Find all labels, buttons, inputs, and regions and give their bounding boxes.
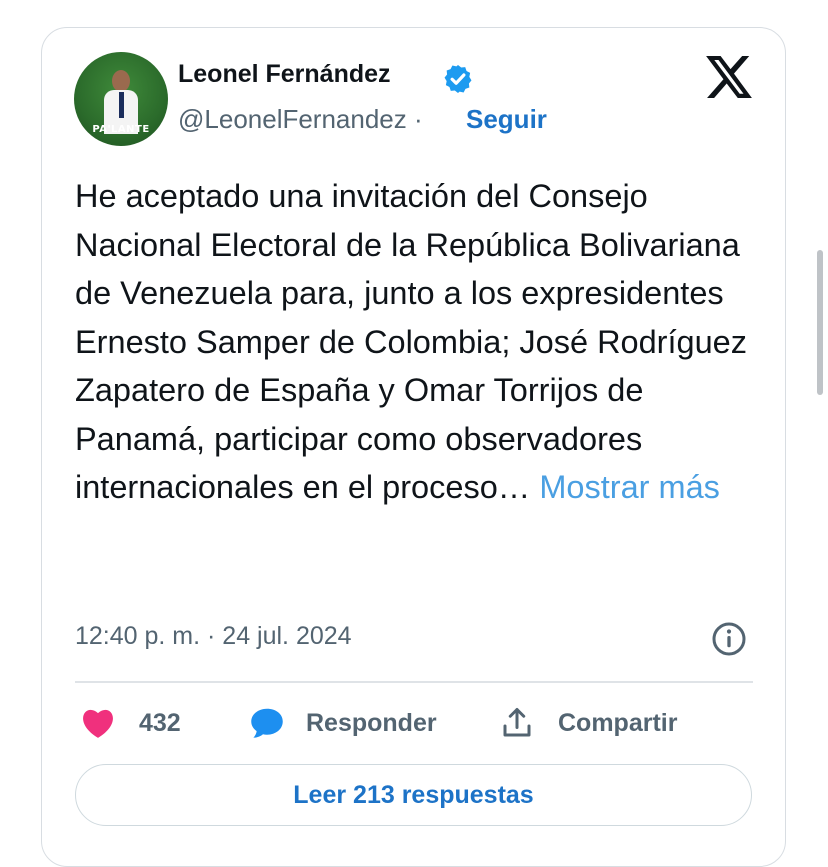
share-label: Compartir <box>558 708 678 737</box>
heart-icon <box>83 709 113 738</box>
handle-text: @LeonelFernandez <box>178 104 407 134</box>
author-handle[interactable]: @LeonelFernandez · <box>178 104 423 135</box>
chat-bubble-icon <box>251 708 283 738</box>
avatar[interactable]: PA'LANTE <box>74 52 168 146</box>
divider <box>75 681 753 683</box>
reply-button[interactable]: Responder <box>248 702 437 744</box>
tweet-text: He aceptado una invitación del Consejo N… <box>75 172 775 512</box>
info-icon[interactable] <box>711 621 747 657</box>
read-replies-button[interactable]: Leer 213 respuestas <box>75 764 752 826</box>
like-button[interactable]: 432 <box>80 702 181 744</box>
share-icon <box>503 708 531 737</box>
avatar-caption: PA'LANTE <box>92 124 150 135</box>
handle-separator: · <box>414 104 423 134</box>
author-name[interactable]: Leonel Fernández <box>178 60 391 89</box>
share-button[interactable]: Compartir <box>498 702 677 744</box>
reply-label: Responder <box>306 708 437 737</box>
follow-button[interactable]: Seguir <box>466 104 547 135</box>
scrollbar[interactable] <box>817 250 823 395</box>
tweet-timestamp[interactable]: 12:40 p. m. · 24 jul. 2024 <box>75 622 352 651</box>
tweet-body: He aceptado una invitación del Consejo N… <box>75 178 748 505</box>
like-count: 432 <box>139 708 181 737</box>
x-logo-icon[interactable] <box>706 56 752 98</box>
show-more-link[interactable]: Mostrar más <box>539 469 720 505</box>
verified-badge-icon <box>444 65 472 93</box>
